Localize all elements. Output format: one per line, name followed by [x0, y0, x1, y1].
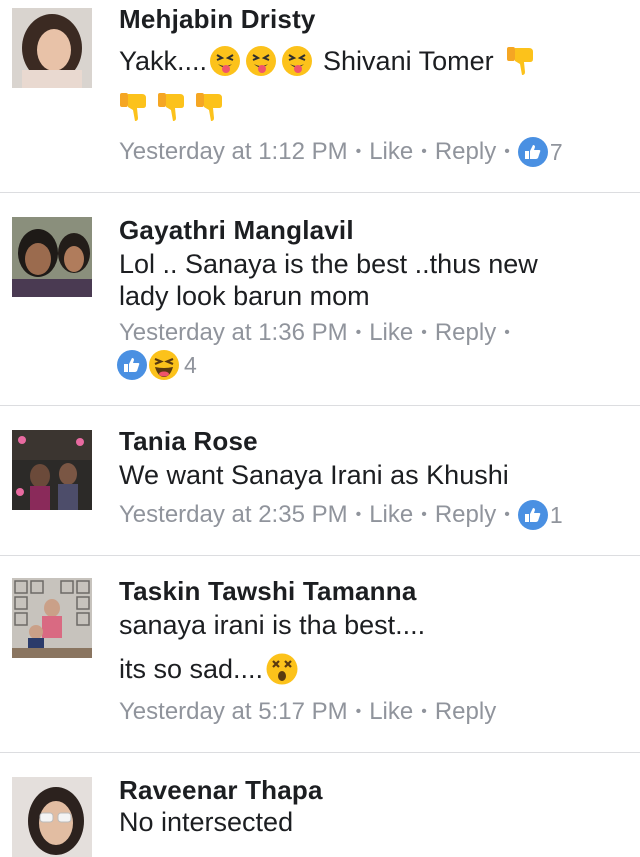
comment-timestamp[interactable]: Yesterday at 2:35 PM	[119, 501, 348, 529]
reply-link[interactable]: Reply	[435, 501, 496, 529]
comment-meta: Yesterday at 1:36 PM • Like • Reply •	[119, 319, 518, 347]
comment-text: its so sad....	[119, 652, 299, 686]
avatar[interactable]	[12, 430, 92, 510]
avatar[interactable]	[12, 8, 92, 88]
comment-meta: Yesterday at 2:35 PM • Like • Reply • 1	[119, 500, 563, 530]
comment-timestamp[interactable]: Yesterday at 1:36 PM	[119, 319, 348, 347]
like-link[interactable]: Like	[369, 138, 413, 166]
squinting-tongue-emoji	[209, 45, 241, 77]
separator-dot: •	[421, 703, 427, 720]
reaction-count: 4	[184, 351, 197, 378]
comment-author[interactable]: Raveenar Thapa	[119, 775, 323, 806]
comment-author[interactable]: Mehjabin Dristy	[119, 4, 316, 35]
avatar[interactable]	[12, 578, 92, 658]
separator-dot: •	[504, 143, 510, 160]
comment-text: Lol .. Sanaya is the best ..thus new	[119, 249, 538, 279]
separator-dot: •	[355, 143, 362, 160]
like-link[interactable]: Like	[369, 501, 413, 529]
comment-item: Tania Rose We want Sanaya Irani as Khush…	[0, 406, 640, 556]
comment-author[interactable]: Taskin Tawshi Tamanna	[119, 576, 417, 607]
comment-text-start: Yakk....	[119, 45, 208, 76]
comment-text: We want Sanaya Irani as Khushi	[119, 460, 509, 490]
like-link[interactable]: Like	[369, 319, 413, 347]
separator-dot: •	[355, 324, 362, 341]
like-reaction-icon[interactable]	[517, 500, 548, 530]
reaction-count[interactable]: 1	[550, 502, 563, 529]
separator-dot: •	[421, 506, 427, 523]
reply-link[interactable]: Reply	[435, 698, 496, 726]
thumbs-down-emoji	[117, 90, 151, 124]
separator-dot: •	[504, 324, 510, 341]
like-link[interactable]: Like	[369, 698, 413, 726]
comment-meta: Yesterday at 1:12 PM • Like • Reply • 7	[119, 137, 563, 167]
separator-dot: •	[421, 324, 427, 341]
thumbs-down-emoji	[155, 90, 189, 124]
reply-link[interactable]: Reply	[435, 319, 496, 347]
like-reaction-icon	[117, 350, 147, 380]
avatar[interactable]	[12, 217, 92, 297]
like-reaction-icon[interactable]	[517, 137, 548, 167]
comment-item: Raveenar Thapa No intersected	[0, 753, 640, 857]
thumbs-down-row	[117, 90, 227, 124]
avatar[interactable]	[12, 777, 92, 857]
separator-dot: •	[421, 143, 427, 160]
mention-link[interactable]: Shivani Tomer	[323, 46, 494, 77]
separator-dot: •	[355, 703, 362, 720]
comment-text: Yakk.... Shivani Tomer	[119, 44, 538, 78]
thumbs-down-emoji	[193, 90, 227, 124]
comment-text: lady look barun mom	[119, 281, 370, 311]
comment-author[interactable]: Gayathri Manglavil	[119, 215, 354, 246]
separator-dot: •	[355, 506, 362, 523]
comment-text: sanaya irani is tha best....	[119, 610, 426, 640]
comment-author[interactable]: Tania Rose	[119, 426, 258, 457]
reply-link[interactable]: Reply	[435, 138, 496, 166]
comment-text: No intersected	[119, 807, 294, 837]
separator-dot: •	[504, 506, 510, 523]
comment-item: Gayathri Manglavil Lol .. Sanaya is the …	[0, 193, 640, 406]
comment-timestamp[interactable]: Yesterday at 5:17 PM	[119, 698, 348, 726]
haha-reaction-icon	[148, 349, 180, 381]
comment-meta: Yesterday at 5:17 PM • Like • Reply	[119, 698, 496, 726]
astonished-face-emoji	[265, 652, 299, 686]
reaction-count[interactable]: 7	[550, 139, 563, 166]
comment-timestamp[interactable]: Yesterday at 1:12 PM	[119, 138, 348, 166]
squinting-tongue-emoji	[245, 45, 277, 77]
squinting-tongue-emoji	[281, 45, 313, 77]
comment-item: Mehjabin Dristy Yakk.... Shivani Tomer Y…	[0, 0, 640, 193]
comment-item: Taskin Tawshi Tamanna sanaya irani is th…	[0, 556, 640, 753]
comment-text-line: its so sad....	[119, 653, 264, 684]
reactions-summary[interactable]: 4	[117, 349, 197, 381]
thumbs-down-emoji	[504, 44, 538, 78]
